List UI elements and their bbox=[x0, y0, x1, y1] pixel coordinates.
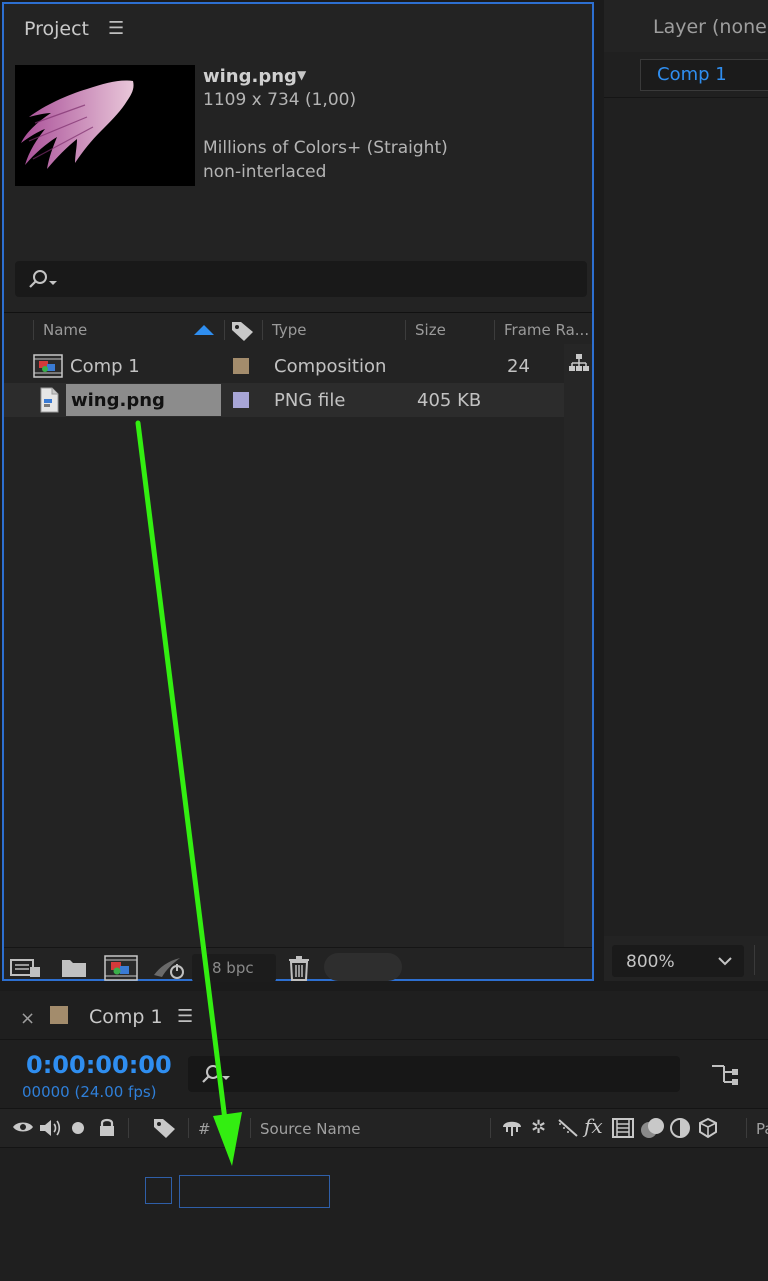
drag-arrow-annotation bbox=[135, 420, 242, 1166]
